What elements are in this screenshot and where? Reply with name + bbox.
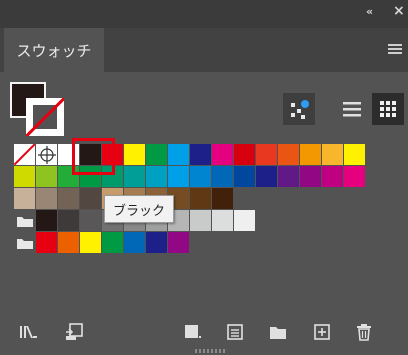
swatch[interactable] (234, 210, 256, 232)
swatch[interactable] (80, 210, 102, 232)
swatch-registration[interactable] (36, 144, 58, 166)
swatch[interactable] (124, 144, 146, 166)
list-view-button[interactable] (336, 93, 368, 125)
new-color-group-icon[interactable] (268, 322, 288, 342)
thumbnail-view-button[interactable] (372, 93, 404, 125)
swatch[interactable] (124, 232, 146, 254)
swatch[interactable] (14, 188, 36, 210)
swatches-panel: « × スウォッチ ブラック (0, 0, 408, 355)
swatch[interactable] (102, 232, 124, 254)
folder-icon (17, 217, 33, 227)
swatch[interactable] (146, 232, 168, 254)
swatch[interactable] (80, 232, 102, 254)
swatch[interactable] (256, 144, 278, 166)
swatch[interactable] (14, 166, 36, 188)
swatch-row (14, 144, 366, 166)
tab-bar: スウォッチ (0, 28, 408, 72)
swatch[interactable] (168, 144, 190, 166)
folder-icon[interactable] (14, 210, 36, 232)
swatch[interactable] (212, 188, 234, 210)
swatch[interactable] (344, 166, 366, 188)
fill-stroke-indicator[interactable] (10, 82, 64, 136)
panel-title-bar[interactable]: « × (0, 0, 408, 28)
swatch[interactable] (146, 144, 168, 166)
swatch[interactable] (300, 166, 322, 188)
bottom-toolbar (0, 316, 408, 348)
swatch-kinds-icon (291, 100, 309, 119)
swatch-options-icon[interactable] (225, 322, 245, 342)
swatch[interactable] (234, 144, 256, 166)
stroke-swatch[interactable] (26, 98, 64, 136)
trash-icon[interactable] (354, 322, 374, 342)
swatch[interactable] (234, 166, 256, 188)
folder-icon[interactable] (14, 232, 36, 254)
swatch[interactable] (36, 166, 58, 188)
folder-icon (17, 239, 33, 249)
swatch[interactable] (190, 210, 212, 232)
swatch[interactable] (300, 144, 322, 166)
swatch-row (14, 166, 366, 188)
swatch[interactable] (190, 166, 212, 188)
swatch[interactable] (190, 188, 212, 210)
swatch[interactable] (36, 232, 58, 254)
swatch[interactable] (36, 188, 58, 210)
thumbnail-view-icon (380, 101, 396, 117)
new-swatch-icon[interactable] (312, 322, 332, 342)
swatch[interactable] (278, 166, 300, 188)
swatch-tooltip: ブラック (104, 195, 175, 223)
swatch[interactable] (58, 210, 80, 232)
swatch-kinds-button[interactable] (283, 93, 315, 125)
swatch[interactable] (190, 144, 212, 166)
swatch-grid (14, 144, 366, 254)
double-chevron-left-icon[interactable]: « (366, 5, 373, 18)
hamburger-menu-icon[interactable] (388, 42, 402, 56)
list-view-icon (343, 102, 361, 117)
swatch[interactable] (256, 166, 278, 188)
library-icon[interactable] (18, 322, 38, 342)
swatch[interactable] (212, 144, 234, 166)
swatch[interactable] (58, 188, 80, 210)
swatch[interactable] (146, 166, 168, 188)
swatch[interactable] (278, 144, 300, 166)
swatch[interactable] (168, 166, 190, 188)
swatch[interactable] (322, 166, 344, 188)
swatch[interactable] (124, 166, 146, 188)
selection-highlight (72, 138, 115, 175)
swatch[interactable] (344, 144, 366, 166)
close-icon[interactable]: × (393, 3, 405, 19)
swatch-row (14, 232, 366, 254)
swatch[interactable] (36, 210, 58, 232)
resize-grip[interactable] (195, 349, 225, 353)
swatch-none[interactable] (14, 144, 36, 166)
place-swatch-icon[interactable] (64, 322, 84, 342)
swatch[interactable] (168, 232, 190, 254)
color-group-icon[interactable] (183, 322, 203, 342)
registration-icon (38, 146, 56, 164)
swatch[interactable] (322, 144, 344, 166)
swatch[interactable] (212, 210, 234, 232)
swatch[interactable] (58, 232, 80, 254)
tab-swatches[interactable]: スウォッチ (4, 28, 104, 72)
swatch[interactable] (212, 166, 234, 188)
swatch[interactable] (80, 188, 102, 210)
swatch-row (14, 210, 366, 232)
swatch-row (14, 188, 366, 210)
